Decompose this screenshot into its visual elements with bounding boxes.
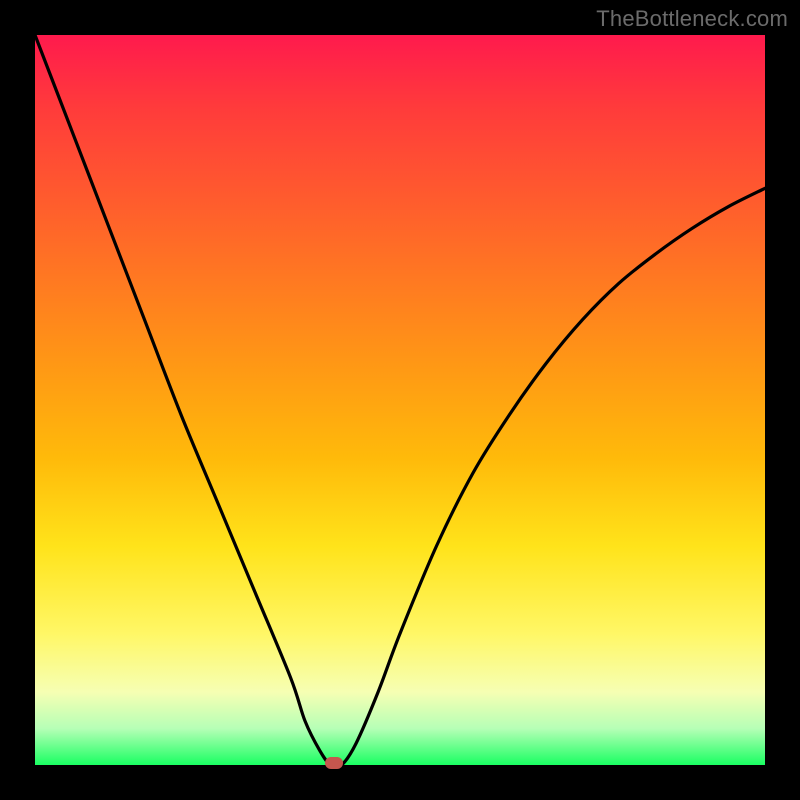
plot-area [35,35,765,765]
chart-frame: TheBottleneck.com [0,0,800,800]
bottleneck-curve-path [35,35,765,765]
watermark-text: TheBottleneck.com [596,6,788,32]
curve-svg [35,35,765,765]
minimum-marker [325,757,343,769]
